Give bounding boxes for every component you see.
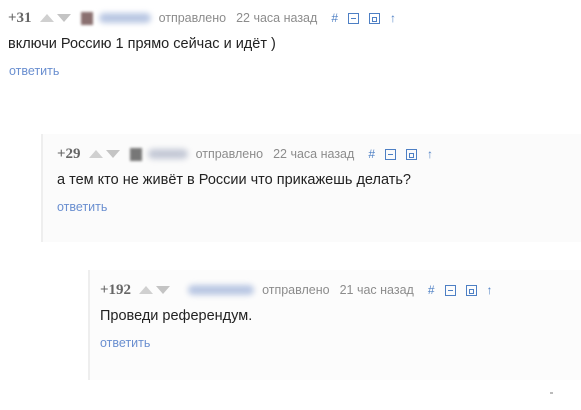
comment-score: +29 <box>57 145 81 162</box>
comment-text: а тем кто не живёт в России что прикажеш… <box>57 172 411 188</box>
username-redacted[interactable] <box>147 149 188 159</box>
hash-icon[interactable]: # <box>331 11 338 25</box>
downvote-arrow-icon[interactable] <box>105 150 120 158</box>
upvote-arrow-icon[interactable] <box>139 286 154 294</box>
arrow-up-icon[interactable]: ↑ <box>427 147 433 161</box>
username-redacted[interactable] <box>188 285 255 295</box>
save-icon[interactable] <box>465 284 477 296</box>
comment-time[interactable]: 22 часа назад <box>236 11 317 25</box>
hash-icon[interactable]: # <box>428 283 435 297</box>
upvote-arrow-icon[interactable] <box>39 14 54 22</box>
comment-1: +31 отправлено 22 часа назад # ↑ включи … <box>8 6 578 80</box>
reply-link[interactable]: ответить <box>57 200 107 214</box>
save-icon[interactable] <box>369 12 380 24</box>
comment-meta: +31 отправлено 22 часа назад # ↑ <box>8 6 578 30</box>
artifact-dot <box>550 392 553 394</box>
comment-text: Проведи референдум. <box>100 308 253 324</box>
comment-thread: +31 отправлено 22 часа назад # ↑ включи … <box>0 0 581 410</box>
collapse-box-icon[interactable] <box>444 284 456 296</box>
comment-2: +29 отправлено 22 часа назад # ↑ а тем к… <box>41 134 581 242</box>
reply-link[interactable]: ответить <box>100 336 150 350</box>
comment-score: +31 <box>8 9 32 26</box>
upvote-arrow-icon[interactable] <box>88 150 103 158</box>
comment-3: +192 отправлено 21 час назад # ↑ Проведи… <box>88 270 581 380</box>
sent-label: отправлено <box>195 147 264 161</box>
comment-meta: +29 отправлено 22 часа назад # ↑ <box>57 142 581 166</box>
username-redacted[interactable] <box>98 13 151 23</box>
downvote-arrow-icon[interactable] <box>56 14 71 22</box>
sent-label: отправлено <box>262 283 330 297</box>
avatar[interactable] <box>80 11 93 25</box>
save-icon[interactable] <box>406 148 417 160</box>
arrow-up-icon[interactable]: ↑ <box>487 283 493 297</box>
comment-time[interactable]: 22 часа назад <box>273 147 354 161</box>
arrow-up-icon[interactable]: ↑ <box>390 11 396 25</box>
comment-time[interactable]: 21 час назад <box>340 283 414 297</box>
comment-score: +192 <box>100 281 132 298</box>
hash-icon[interactable]: # <box>368 147 375 161</box>
sent-label: отправлено <box>158 11 227 25</box>
collapse-box-icon[interactable] <box>385 148 396 160</box>
avatar[interactable] <box>129 147 142 161</box>
downvote-arrow-icon[interactable] <box>156 286 171 294</box>
collapse-box-icon[interactable] <box>348 12 359 24</box>
comment-text: включи Россию 1 прямо сейчас и идёт ) <box>8 36 276 52</box>
reply-link[interactable]: ответить <box>9 64 59 78</box>
comment-meta: +192 отправлено 21 час назад # ↑ <box>100 278 581 302</box>
